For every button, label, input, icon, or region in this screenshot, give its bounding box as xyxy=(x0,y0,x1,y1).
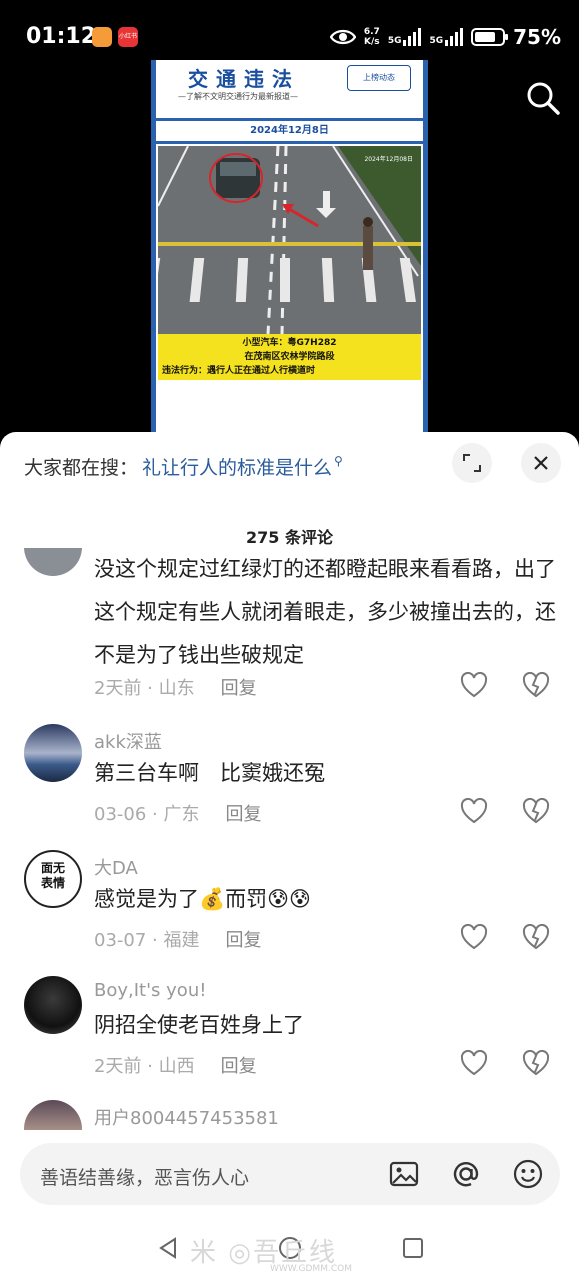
poster-header: 交通违法 —了解不文明交通行为最新报道— 上榜动态 xyxy=(156,60,423,110)
close-button[interactable] xyxy=(521,443,561,483)
signal-strength-2-icon: 5G xyxy=(429,28,464,46)
recents-icon[interactable] xyxy=(401,1236,425,1260)
status-indicators: 6.7 K/s 5G 5G 75% xyxy=(329,22,561,52)
reply-button[interactable]: 回复 xyxy=(221,674,257,700)
avatar[interactable] xyxy=(24,724,82,782)
dislike-icon[interactable] xyxy=(522,924,550,952)
comment-meta: 03-06 · 广东 回复 xyxy=(94,800,261,826)
network-speed: 6.7 K/s xyxy=(363,27,380,47)
reply-button[interactable]: 回复 xyxy=(225,926,261,952)
traffic-camera-image: 2024年12月08日 xyxy=(158,146,421,334)
comment-text: 第三台车啊 比窦娥还冤 xyxy=(94,761,325,785)
comment-text: 没这个规定过红绿灯的还都瞪起眼来看看路，出了这个规定有些人就闭着眼走，多少被撞出… xyxy=(94,557,556,667)
close-icon xyxy=(534,456,548,470)
emoji-icon[interactable] xyxy=(512,1158,544,1190)
video-poster: 交通违法 —了解不文明交通行为最新报道— 上榜动态 2024年12月8日 202… xyxy=(151,60,428,440)
search-suggestion[interactable]: 大家都在搜： 礼让行人的标准是什么 ⚲ xyxy=(24,452,343,480)
watermark-url: WWW.GDMM.COM xyxy=(270,1264,352,1274)
comment-input-placeholder: 善语结善缘，恶言伤人心 xyxy=(40,1167,250,1189)
search-suggestion-keyword[interactable]: 礼让行人的标准是什么 xyxy=(142,453,332,480)
comment-input[interactable]: 善语结善缘，恶言伤人心 xyxy=(20,1143,560,1205)
poster-title: 交通违法 xyxy=(188,67,300,91)
poster-subtitle: —了解不文明交通行为最新报道— xyxy=(178,92,298,101)
avatar[interactable] xyxy=(24,1100,82,1130)
comment-list[interactable]: 没这个规定过红绿灯的还都瞪起眼来看看路，出了这个规定有些人就闭着眼走，多少被撞出… xyxy=(0,548,579,1130)
avatar[interactable] xyxy=(24,976,82,1034)
comment-username[interactable]: 大DA xyxy=(94,854,138,880)
violation-caption: 小型汽车：粤G7H282 在茂南区农林学院路段 违法行为：遇行人正在通过人行横道… xyxy=(158,334,421,380)
dislike-icon[interactable] xyxy=(522,672,550,700)
search-suggestion-prefix: 大家都在搜： xyxy=(24,456,139,479)
battery-icon xyxy=(471,28,509,46)
signal-strength-1-icon: 5G xyxy=(388,28,422,46)
comment-count: 275 条评论 xyxy=(246,528,333,547)
status-time: 01:12 xyxy=(26,24,97,49)
small-search-icon: ⚲ xyxy=(334,454,343,468)
comment-meta: 03-07 · 福建 回复 xyxy=(94,926,261,952)
like-icon[interactable] xyxy=(460,672,488,700)
comment-meta: 2天前 · 山西 回复 xyxy=(94,1052,257,1078)
comment-username[interactable]: Boy,It's you! xyxy=(94,980,206,1001)
expand-button[interactable] xyxy=(452,443,492,483)
mention-icon[interactable] xyxy=(450,1158,482,1190)
app-notification-icon xyxy=(92,27,112,47)
avatar[interactable] xyxy=(24,548,82,576)
comment-username[interactable]: 用户8004457453581 xyxy=(94,1104,279,1130)
like-icon[interactable] xyxy=(460,1050,488,1078)
avatar[interactable]: 面无表情 xyxy=(24,850,82,908)
expand-icon xyxy=(463,454,481,472)
comment-text: 阴招全使老百姓身上了 xyxy=(94,1013,304,1037)
dislike-icon[interactable] xyxy=(522,798,550,826)
comment-meta: 2天前 · 山东 回复 xyxy=(94,674,257,700)
like-icon[interactable] xyxy=(460,924,488,952)
reply-button[interactable]: 回复 xyxy=(221,1052,257,1078)
eye-icon xyxy=(329,29,356,45)
dislike-icon[interactable] xyxy=(522,1050,550,1078)
poster-date: 2024年12月8日 xyxy=(156,118,423,144)
reply-button[interactable]: 回复 xyxy=(225,800,261,826)
comment-text: 感觉是为了💰而罚😰😰 xyxy=(94,887,311,911)
image-icon[interactable] xyxy=(388,1158,420,1190)
search-icon[interactable] xyxy=(525,80,561,116)
battery-percent: 75% xyxy=(513,25,561,49)
like-icon[interactable] xyxy=(460,798,488,826)
xiaohongshu-notification-icon: 小红书 xyxy=(118,27,138,47)
avatar-text: 面无表情 xyxy=(40,861,65,890)
poster-badge: 上榜动态 xyxy=(347,65,411,91)
comment-username[interactable]: akk深蓝 xyxy=(94,728,162,754)
camera-timestamp: 2024年12月08日 xyxy=(364,156,413,163)
back-icon[interactable] xyxy=(156,1236,180,1260)
